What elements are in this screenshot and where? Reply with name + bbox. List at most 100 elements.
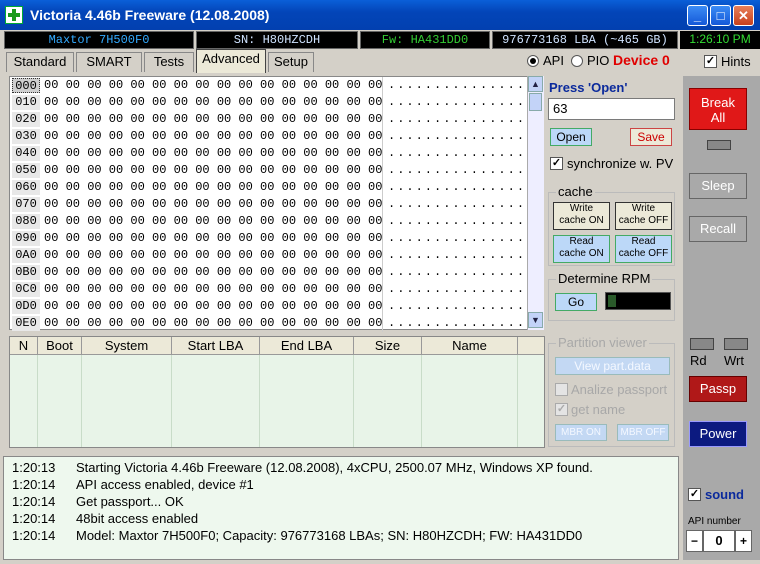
power-button[interactable]: Power [689,421,747,447]
tab-smart[interactable]: SMART [76,52,142,72]
break-all-button[interactable]: Break All [689,88,747,130]
scroll-down-icon[interactable]: ▼ [528,312,543,328]
hex-address: 070 [12,197,40,212]
hex-address: 050 [12,163,40,178]
scroll-up-icon[interactable]: ▲ [528,76,543,92]
hex-address: 040 [12,146,40,161]
hex-ascii: ................ [388,78,536,92]
hex-row: 0B0 00 00 00 00 00 00 00 00 00 00 00 00 0… [10,264,533,281]
sync-checkbox[interactable]: ✓ [550,157,563,170]
hex-row: 080 00 00 00 00 00 00 00 00 00 00 00 00 0… [10,213,533,230]
partition-column [354,355,422,447]
pio-radio[interactable] [571,55,583,67]
hex-bytes: 00 00 00 00 00 00 00 00 00 00 00 00 00 0… [44,112,383,126]
device-label[interactable]: Device 0 [613,52,670,68]
hints-checkbox[interactable]: ✓ [704,55,717,68]
break-all-line1: Break [701,95,735,110]
partition-viewer-title: Partition viewer [556,335,649,350]
hex-divider [382,281,383,298]
sleep-button[interactable]: Sleep [689,173,747,199]
api-minus-button[interactable]: − [686,530,703,552]
maximize-button[interactable]: □ [710,5,731,26]
hex-ascii: ................ [388,265,536,279]
log-time: 1:20:14 [12,511,56,526]
partition-header-boot[interactable]: Boot [38,337,82,355]
partition-column [10,355,38,447]
log-panel[interactable]: 1:20:13 Starting Victoria 4.46b Freeware … [3,456,679,560]
write-cache-on-line1: Write [569,203,594,214]
partition-column [82,355,172,447]
read-cache-off-button[interactable]: Read cache OFF [615,235,672,263]
analyze-checkbox[interactable] [555,383,568,396]
hex-row: 040 00 00 00 00 00 00 00 00 00 00 00 00 0… [10,145,533,162]
go-button[interactable]: Go [555,293,597,311]
open-button[interactable]: Open [550,128,592,146]
partition-column [422,355,518,447]
hex-divider [382,179,383,196]
close-button[interactable]: ✕ [733,5,754,26]
hex-ascii: ................ [388,163,536,177]
read-cache-off-line2: cache OFF [618,248,669,259]
save-button[interactable]: Save [630,128,672,146]
mbr-on-button[interactable]: MBR ON [555,424,607,441]
partition-header-name[interactable]: Name [422,337,518,355]
cache-title: cache [556,184,595,199]
partition-header-n[interactable]: N [10,337,38,355]
partition-header-end-lba[interactable]: End LBA [260,337,354,355]
partition-column [260,355,354,447]
api-number-field[interactable]: 0 [703,530,735,552]
api-radio[interactable] [527,55,539,67]
title-bar: Victoria 4.46b Freeware (12.08.2008) _ □… [0,0,760,30]
hex-ascii: ................ [388,146,536,160]
hex-ascii: ................ [388,180,536,194]
write-cache-on-button[interactable]: Write cache ON [553,202,610,230]
rd-indicator [690,338,714,350]
sound-checkbox[interactable]: ✓ [688,488,701,501]
recall-button[interactable]: Recall [689,216,747,242]
hex-ascii: ................ [388,282,536,296]
hex-row: 0C0 00 00 00 00 00 00 00 00 00 00 00 00 0… [10,281,533,298]
partition-table[interactable]: N Boot System Start LBA End LBA Size Name [9,336,545,448]
hex-scrollbar[interactable]: ▲ ▼ [527,76,544,330]
sync-label: synchronize w. PV [567,156,674,171]
read-cache-on-line2: cache ON [559,248,604,259]
partition-header-start-lba[interactable]: Start LBA [172,337,260,355]
api-plus-button[interactable]: + [735,530,752,552]
tab-advanced[interactable]: Advanced [196,49,266,73]
read-cache-off-line1: Read [631,236,656,247]
hex-ascii: ................ [388,316,536,330]
firmware-display: Fw: HA431DD0 [360,31,490,49]
passp-button[interactable]: Passp [689,376,747,402]
rd-label: Rd [690,353,707,368]
minimize-button[interactable]: _ [687,5,708,26]
view-partdata-button[interactable]: View part.data [555,357,670,375]
write-cache-on-line2: cache ON [559,215,604,226]
hex-address: 0D0 [12,299,40,314]
hex-row: 030 00 00 00 00 00 00 00 00 00 00 00 00 0… [10,128,533,145]
hex-viewer[interactable]: 000 00 00 00 00 00 00 00 00 00 00 00 00 0… [9,76,544,332]
hex-divider [382,162,383,179]
hex-bytes: 00 00 00 00 00 00 00 00 00 00 00 00 00 0… [44,265,383,279]
tab-standard[interactable]: Standard [6,52,74,72]
tab-setup[interactable]: Setup [268,52,314,72]
hex-address: 020 [12,112,40,127]
hex-address: 0A0 [12,248,40,263]
hex-address: 0C0 [12,282,40,297]
partition-header-size[interactable]: Size [354,337,422,355]
hex-row: 0D0 00 00 00 00 00 00 00 00 00 00 00 00 0… [10,298,533,315]
write-cache-off-line1: Write [631,203,656,214]
read-cache-on-button[interactable]: Read cache ON [553,235,610,263]
hex-divider [382,298,383,315]
sector-input[interactable]: 63 [548,98,675,120]
write-cache-off-button[interactable]: Write cache OFF [615,202,672,230]
hex-ascii: ................ [388,197,536,211]
getname-checkbox[interactable]: ✓ [555,403,568,416]
hex-row: 070 00 00 00 00 00 00 00 00 00 00 00 00 0… [10,196,533,213]
scroll-thumb[interactable] [529,93,542,111]
pio-label: PIO [587,53,610,68]
mbr-off-button[interactable]: MBR OFF [617,424,669,441]
partition-header-system[interactable]: System [82,337,172,355]
tab-tests[interactable]: Tests [144,52,194,72]
hex-row: 090 00 00 00 00 00 00 00 00 00 00 00 00 0… [10,230,533,247]
hex-bytes: 00 00 00 00 00 00 00 00 00 00 00 00 00 0… [44,231,383,245]
